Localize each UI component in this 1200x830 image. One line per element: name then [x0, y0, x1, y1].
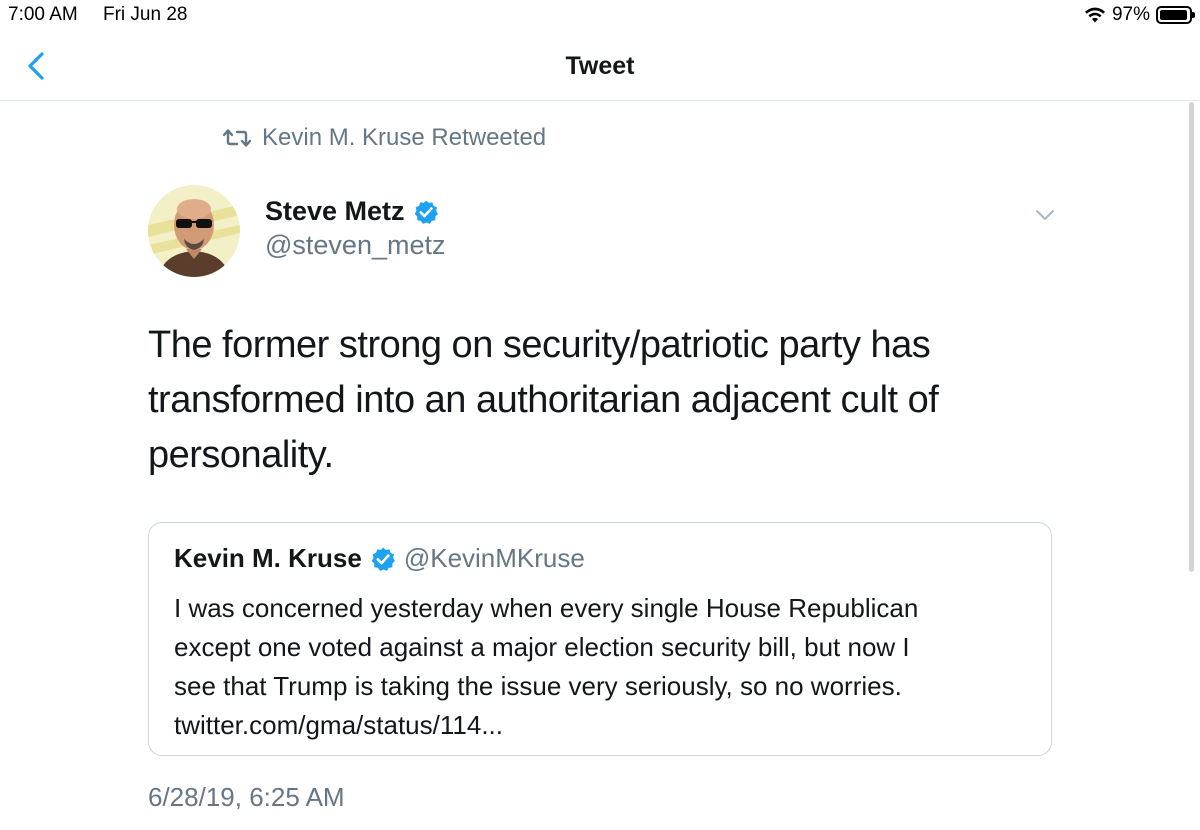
- quoted-tweet-text: I was concerned yesterday when every sin…: [174, 589, 1034, 745]
- chevron-down-icon: [1036, 210, 1054, 220]
- tweet-text: The former strong on security/patriotic …: [148, 318, 968, 483]
- verified-badge-icon: [371, 547, 395, 571]
- author-name[interactable]: Steve Metz: [265, 196, 405, 227]
- avatar[interactable]: [148, 185, 240, 277]
- avatar-image: [148, 185, 240, 277]
- battery-percent: 97%: [1111, 4, 1150, 25]
- tweet-text-line: transformed into an authoritarian adjace…: [148, 379, 939, 421]
- status-time: 7:00 AM: [8, 4, 78, 25]
- status-bar: 7:00 AM Fri Jun 28 97%: [0, 0, 1200, 32]
- status-indicators: 97%: [1084, 3, 1195, 27]
- quoted-author-handle: @KevinMKruse: [403, 543, 585, 573]
- tweet-text-line: personality.: [148, 434, 334, 476]
- tweet-timestamp: 6/28/19, 6:25 AM: [148, 782, 345, 812]
- tweet-text-line: The former strong on security/patriotic …: [148, 324, 931, 366]
- status-date: Fri Jun 28: [103, 4, 188, 25]
- retweet-icon: [222, 129, 252, 147]
- scrollbar[interactable]: [1189, 102, 1194, 572]
- quoted-link[interactable]: twitter.com/gma/status/114...: [174, 706, 1034, 745]
- quoted-author-name: Kevin M. Kruse: [174, 543, 362, 573]
- quoted-text-line: I was concerned yesterday when every sin…: [174, 593, 919, 623]
- quoted-text-line: except one voted against a major electio…: [174, 632, 910, 662]
- page-title: Tweet: [565, 52, 635, 80]
- quoted-text-line: see that Trump is taking the issue very …: [174, 671, 902, 701]
- tweet-options-button[interactable]: [1030, 200, 1060, 230]
- battery-icon: [1156, 6, 1195, 24]
- nav-bar: Tweet: [0, 32, 1200, 101]
- author-name-row[interactable]: Steve Metz: [265, 196, 439, 227]
- battery-level: [1160, 10, 1188, 20]
- verified-badge-icon: [414, 200, 438, 224]
- quoted-tweet-header: Kevin M. Kruse @KevinMKruse: [174, 543, 585, 574]
- retweet-context[interactable]: Kevin M. Kruse Retweeted: [222, 124, 546, 152]
- author-handle[interactable]: @steven_metz: [265, 230, 445, 261]
- retweet-label: Kevin M. Kruse Retweeted: [262, 124, 547, 151]
- wifi-icon: [1084, 7, 1105, 23]
- quoted-tweet-card[interactable]: Kevin M. Kruse @KevinMKruse I was concer…: [148, 522, 1052, 756]
